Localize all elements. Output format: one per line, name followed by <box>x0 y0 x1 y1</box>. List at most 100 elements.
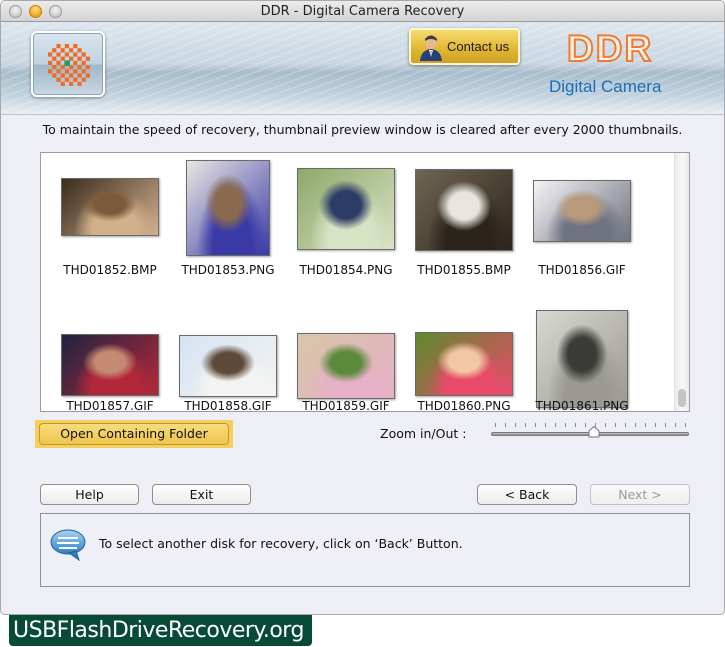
photo-girl-braid-icon[interactable] <box>186 160 270 256</box>
logo-cell <box>73 52 78 57</box>
thumbnail-item[interactable]: THD01856.GIF <box>523 153 641 283</box>
thumbnail-filename: THD01854.PNG <box>299 263 393 277</box>
thumbnail-item[interactable]: THD01854.PNG <box>287 153 405 283</box>
logo-cell <box>48 60 53 65</box>
logo-cell <box>52 56 57 61</box>
zoom-window-button[interactable] <box>49 5 62 18</box>
app-window: DDR - Digital Camera Recovery Contact us… <box>0 0 725 615</box>
zoom-slider-tick <box>555 423 556 427</box>
close-window-button[interactable] <box>9 5 22 18</box>
logo-cell <box>56 52 61 57</box>
photo-black-white-portrait-icon[interactable] <box>536 310 628 408</box>
watermark-label: USBFlashDriveRecovery.org <box>9 615 312 646</box>
logo-cell <box>60 65 65 70</box>
photo-couple-snow-icon[interactable] <box>533 180 631 242</box>
logo-cell <box>73 69 78 74</box>
zoom-slider-tick <box>505 423 506 427</box>
thumbnail-item[interactable]: THD01860.PNG <box>405 288 523 418</box>
zoom-slider-tick <box>495 423 496 427</box>
logo-cell <box>77 65 82 70</box>
zoom-slider-tick <box>625 423 626 427</box>
brand-subtitle: Digital Camera <box>549 77 662 96</box>
app-logo <box>31 31 105 97</box>
thumbnail-filename: THD01856.GIF <box>538 263 626 277</box>
contact-us-button[interactable]: Contact us <box>409 28 520 65</box>
logo-cell <box>69 73 74 78</box>
zoom-label: Zoom in/Out : <box>380 426 467 441</box>
next-button[interactable]: Next > <box>590 484 690 505</box>
photo-baby-smiling-icon[interactable] <box>415 332 513 396</box>
zoom-slider-tick <box>585 423 586 427</box>
photo-woman-white-dress-icon[interactable] <box>415 169 513 251</box>
thumbnail-item[interactable]: THD01858.GIF <box>169 288 287 418</box>
photo-woman-reading-icon[interactable] <box>297 168 395 250</box>
thumbnail-filename: THD01857.GIF <box>66 399 154 413</box>
zoom-slider[interactable] <box>491 423 689 443</box>
logo-cell <box>77 48 82 53</box>
logo-cell <box>56 44 61 49</box>
logo-cell <box>81 77 86 82</box>
back-button[interactable]: < Back <box>477 484 577 505</box>
logo-cell <box>81 69 86 74</box>
photo-woman-braids-icon[interactable] <box>61 334 159 396</box>
zoom-slider-tick <box>675 423 676 427</box>
thumbnail-filename: THD01858.GIF <box>184 399 272 413</box>
logo-cell <box>73 44 78 49</box>
zoom-slider-tick <box>515 423 516 427</box>
zoom-slider-thumb[interactable] <box>588 426 600 438</box>
logo-cell <box>81 60 86 65</box>
thumbnail-item[interactable]: THD01861.PNG <box>523 288 641 418</box>
logo-cell <box>60 48 65 53</box>
zoom-slider-tick <box>565 423 566 427</box>
window-title: DDR - Digital Camera Recovery <box>260 4 465 19</box>
logo-cell <box>77 73 82 78</box>
vertical-scrollbar[interactable] <box>674 153 689 411</box>
logo-cell <box>69 56 74 61</box>
status-message: To select another disk for recovery, cli… <box>99 536 463 551</box>
open-folder-highlight: Open Containing Folder <box>35 420 233 448</box>
zoom-slider-tick <box>605 423 606 427</box>
exit-button[interactable]: Exit <box>152 484 251 505</box>
zoom-slider-tick <box>685 423 686 427</box>
logo-cell <box>69 81 74 86</box>
zoom-slider-tick <box>665 423 666 427</box>
logo-cell <box>85 56 90 61</box>
open-containing-folder-button[interactable]: Open Containing Folder <box>39 423 229 445</box>
zoom-slider-tick <box>645 423 646 427</box>
logo-cell <box>77 81 82 86</box>
logo-cell <box>52 73 57 78</box>
zoom-slider-tick <box>545 423 546 427</box>
logo-cell <box>64 52 69 57</box>
thumbnail-item[interactable]: THD01855.BMP <box>405 153 523 283</box>
help-button[interactable]: Help <box>40 484 139 505</box>
logo-cell <box>56 60 61 65</box>
thumbnail-filename: THD01855.BMP <box>417 263 511 277</box>
logo-cell <box>48 69 53 74</box>
info-message: To maintain the speed of recovery, thumb… <box>42 122 683 137</box>
logo-cell <box>64 69 69 74</box>
thumbnail-preview-panel[interactable]: THD01852.BMP THD01853.PNG THD01854.PNG THD0… <box>40 152 690 413</box>
speech-bubble-icon <box>50 529 86 562</box>
zoom-slider-tick <box>535 423 536 427</box>
zoom-slider-tick <box>575 423 576 427</box>
thumbnail-item[interactable]: THD01853.PNG <box>169 153 287 283</box>
logo-cell <box>60 73 65 78</box>
photo-mother-daughter-sofa-icon[interactable] <box>297 333 395 399</box>
logo-cell <box>69 48 74 53</box>
thumbnail-filename: THD01861.PNG <box>535 399 629 413</box>
thumbnail-item[interactable]: THD01859.GIF <box>287 288 405 418</box>
minimize-window-button[interactable] <box>29 5 42 18</box>
logo-cell <box>85 65 90 70</box>
status-box: To select another disk for recovery, cli… <box>40 513 690 587</box>
person-icon <box>420 35 442 61</box>
thumbnail-item[interactable]: THD01857.GIF <box>51 288 169 418</box>
logo-cell <box>48 52 53 57</box>
title-bar: DDR - Digital Camera Recovery <box>1 1 724 22</box>
scrollbar-thumb[interactable] <box>678 389 686 407</box>
photo-girl-with-hat-icon[interactable] <box>61 178 159 236</box>
logo-cell <box>52 65 57 70</box>
logo-cell <box>81 52 86 57</box>
logo-cell <box>52 48 57 53</box>
thumbnail-item[interactable]: THD01852.BMP <box>51 153 169 283</box>
photo-woman-sitting-outdoors-icon[interactable] <box>179 335 277 397</box>
